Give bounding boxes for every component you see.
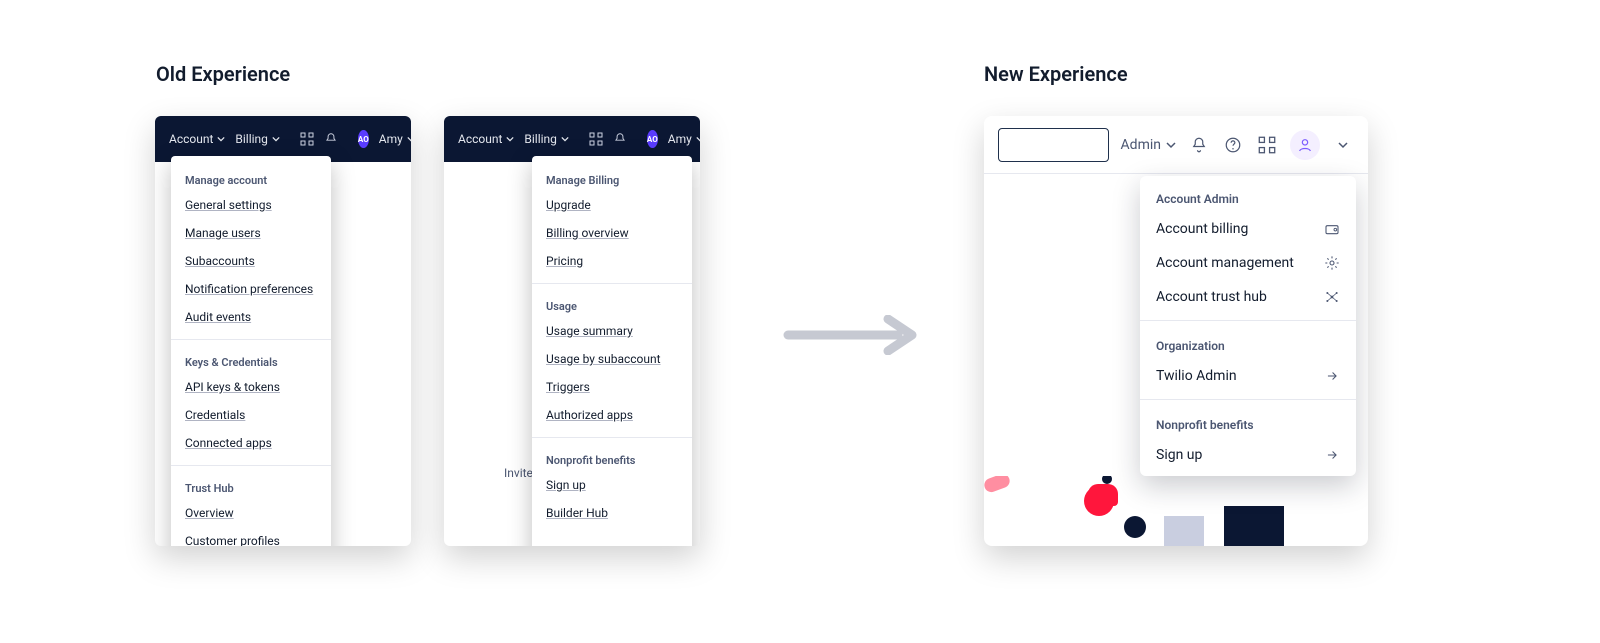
new-panel: Admin Account Admin Account billing Acco… bbox=[984, 116, 1368, 546]
chevron-down-icon bbox=[696, 135, 700, 143]
dropdown-section-title: Nonprofit benefits bbox=[1140, 406, 1356, 438]
user-menu[interactable]: Amy bbox=[668, 132, 700, 146]
arrow-right-icon bbox=[1324, 368, 1340, 384]
admin-dropdown: Account Admin Account billing Account ma… bbox=[1140, 176, 1356, 476]
menu-item[interactable]: Usage summary bbox=[532, 317, 692, 345]
nav-account-label: Account bbox=[458, 132, 502, 146]
menu-item-label: Account management bbox=[1156, 255, 1294, 271]
nav-admin[interactable]: Admin bbox=[1121, 137, 1176, 153]
menu-item[interactable]: Overview bbox=[171, 499, 331, 527]
menu-item-label: Twilio Admin bbox=[1156, 368, 1237, 384]
apps-grid-icon[interactable] bbox=[300, 130, 314, 148]
chevron-down-icon[interactable] bbox=[1332, 134, 1354, 156]
chevron-down-icon bbox=[217, 135, 225, 143]
menu-item-sign-up[interactable]: Sign up bbox=[1140, 438, 1356, 472]
old-panel-billing: Account Billing AO Amy Invite Manage Bil… bbox=[444, 116, 700, 546]
menu-item-account-billing[interactable]: Account billing bbox=[1140, 212, 1356, 246]
dropdown-section-title: Organization bbox=[1140, 327, 1356, 359]
divider bbox=[171, 465, 331, 466]
user-avatar-button[interactable] bbox=[1290, 130, 1320, 160]
chevron-down-icon bbox=[1166, 140, 1176, 150]
nav-account[interactable]: Account bbox=[169, 132, 225, 146]
account-dropdown: Manage account General settings Manage u… bbox=[171, 156, 331, 546]
menu-item[interactable]: Pricing bbox=[532, 247, 692, 275]
apps-grid-icon[interactable] bbox=[1256, 134, 1278, 156]
nav-billing[interactable]: Billing bbox=[524, 132, 569, 146]
arrow-right-icon bbox=[1324, 447, 1340, 463]
bell-icon[interactable] bbox=[1188, 134, 1210, 156]
background-text-invite: Invite bbox=[504, 466, 533, 480]
menu-item-account-management[interactable]: Account management bbox=[1140, 246, 1356, 280]
menu-item[interactable]: Subaccounts bbox=[171, 247, 331, 275]
arrow-right-icon bbox=[780, 315, 920, 359]
nav-billing[interactable]: Billing bbox=[235, 132, 280, 146]
chevron-down-icon bbox=[561, 135, 569, 143]
divider bbox=[1140, 320, 1356, 321]
dropdown-section-title: Usage bbox=[532, 292, 692, 317]
menu-item[interactable]: Connected apps bbox=[171, 429, 331, 457]
menu-item[interactable]: Manage users bbox=[171, 219, 331, 247]
dropdown-section-title: Manage Billing bbox=[532, 166, 692, 191]
dropdown-section-title: Keys & Credentials bbox=[171, 348, 331, 373]
menu-item[interactable]: Customer profiles bbox=[171, 527, 331, 546]
decorative-illustration bbox=[984, 476, 1368, 546]
menu-item-twilio-admin[interactable]: Twilio Admin bbox=[1140, 359, 1356, 393]
nav-admin-label: Admin bbox=[1121, 137, 1161, 153]
user-menu[interactable]: Amy bbox=[379, 132, 411, 146]
menu-item[interactable]: Billing overview bbox=[532, 219, 692, 247]
nav-account[interactable]: Account bbox=[458, 132, 514, 146]
menu-item[interactable]: Builder Hub bbox=[532, 499, 692, 527]
divider bbox=[1140, 399, 1356, 400]
divider bbox=[171, 339, 331, 340]
help-icon[interactable] bbox=[1222, 134, 1244, 156]
apps-grid-icon[interactable] bbox=[589, 130, 603, 148]
menu-item[interactable]: Usage by subaccount bbox=[532, 345, 692, 373]
gear-icon bbox=[1324, 255, 1340, 271]
chevron-down-icon bbox=[506, 135, 514, 143]
user-name: Amy bbox=[379, 132, 403, 146]
bell-icon[interactable] bbox=[324, 130, 338, 148]
nav-billing-label: Billing bbox=[235, 132, 268, 146]
billing-dropdown: Manage Billing Upgrade Billing overview … bbox=[532, 156, 692, 546]
menu-item-label: Account trust hub bbox=[1156, 289, 1267, 305]
nav-account-label: Account bbox=[169, 132, 213, 146]
user-name: Amy bbox=[668, 132, 692, 146]
dropdown-section-title: Trust Hub bbox=[171, 474, 331, 499]
menu-item-account-trust-hub[interactable]: Account trust hub bbox=[1140, 280, 1356, 314]
section-title-old: Old Experience bbox=[156, 62, 290, 86]
menu-item-label: Sign up bbox=[1156, 447, 1202, 463]
search-input[interactable] bbox=[998, 128, 1109, 162]
divider bbox=[532, 283, 692, 284]
menu-item[interactable]: Triggers bbox=[532, 373, 692, 401]
menu-item[interactable]: Authorized apps bbox=[532, 401, 692, 429]
menu-item[interactable]: API keys & tokens bbox=[171, 373, 331, 401]
bell-icon[interactable] bbox=[613, 130, 627, 148]
menu-item[interactable]: Sign up bbox=[532, 471, 692, 499]
dropdown-section-title: Account Admin bbox=[1140, 180, 1356, 212]
network-icon bbox=[1324, 289, 1340, 305]
chevron-down-icon bbox=[272, 135, 280, 143]
section-title-new: New Experience bbox=[984, 62, 1128, 86]
dropdown-section-title: Manage account bbox=[171, 166, 331, 191]
nav-billing-label: Billing bbox=[524, 132, 557, 146]
menu-item[interactable]: Audit events bbox=[171, 303, 331, 331]
billing-icon bbox=[1324, 221, 1340, 237]
dropdown-section-title: Nonprofit benefits bbox=[532, 446, 692, 471]
menu-item[interactable]: Notification preferences bbox=[171, 275, 331, 303]
avatar[interactable]: AO bbox=[647, 130, 658, 148]
menu-item-label: Account billing bbox=[1156, 221, 1248, 237]
chevron-down-icon bbox=[407, 135, 411, 143]
menu-item[interactable]: General settings bbox=[171, 191, 331, 219]
avatar[interactable]: AO bbox=[358, 130, 369, 148]
menu-item[interactable]: Credentials bbox=[171, 401, 331, 429]
new-topbar: Admin bbox=[984, 116, 1368, 174]
menu-item[interactable]: Upgrade bbox=[532, 191, 692, 219]
divider bbox=[532, 437, 692, 438]
old-panel-account: Account Billing AO Amy ↑ ↓ Manage accoun… bbox=[155, 116, 411, 546]
